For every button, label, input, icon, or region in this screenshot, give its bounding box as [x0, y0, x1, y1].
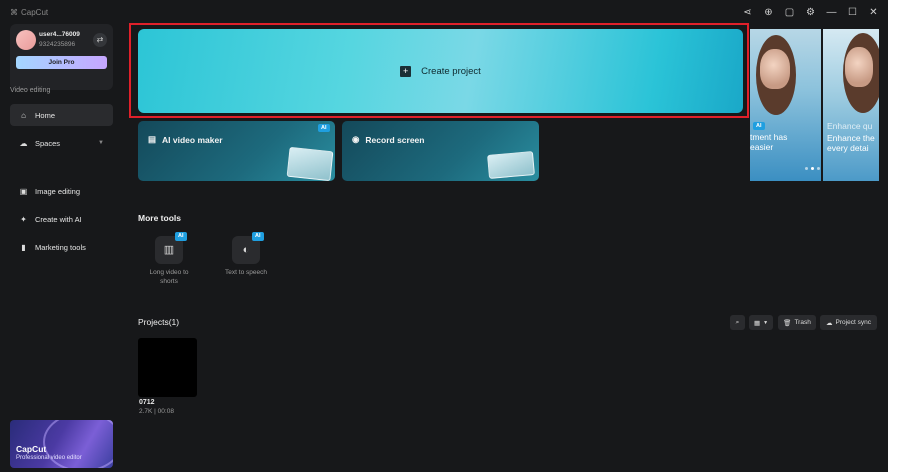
- ai-badge: AI: [175, 232, 187, 241]
- record-preview-image: [487, 151, 535, 179]
- ai-video-preview-image: [286, 146, 334, 181]
- trash-label: Trash: [794, 319, 811, 326]
- film-icon: ▤: [148, 134, 157, 144]
- carousel-dot[interactable]: [805, 167, 808, 170]
- sidebar-item-label: Image editing: [35, 186, 81, 196]
- project-name: 0712: [139, 399, 155, 406]
- capcut-promo-banner[interactable]: CapCut Professional video editor: [10, 420, 113, 468]
- sidebar-item-image-editing[interactable]: ▣ Image editing: [10, 180, 113, 202]
- project-meta: 2.7K | 00:08: [139, 408, 174, 415]
- record-screen-title: ◉ Record screen: [352, 134, 424, 145]
- avatar[interactable]: [16, 30, 36, 50]
- sidebar-item-spaces[interactable]: ☁ Spaces ▼: [10, 132, 113, 154]
- promo-subtitle: Professional video editor: [16, 455, 82, 461]
- carousel-dots[interactable]: [805, 167, 820, 170]
- record-screen-card[interactable]: ◉ Record screen: [342, 121, 539, 181]
- long-video-to-shorts-label-line1: Long video to: [149, 269, 189, 276]
- chevron-down-icon: ▼: [98, 140, 104, 146]
- view-mode-button[interactable]: ▦ ▼: [749, 315, 773, 330]
- ai-badge: AI: [753, 122, 765, 130]
- more-tools-title: More tools: [138, 213, 181, 223]
- text-to-speech-tool[interactable]: ◐ AI Text to speech: [216, 232, 276, 278]
- capcut-window: ⌘ CapCut ⋖ ⊕ ▢ ⚙ — ☐ ✕ user4...76009 932…: [0, 0, 888, 472]
- sidebar-item-label: Home: [35, 110, 56, 120]
- slide2-text-line3: every detai: [827, 143, 869, 153]
- record-screen-label: Record screen: [365, 134, 425, 145]
- carousel-slide-1: AI tment has easier: [750, 29, 821, 181]
- sidebar-item-create-with-ai[interactable]: ✦ Create with AI: [10, 208, 113, 230]
- cloud-sync-icon: ☁: [826, 319, 833, 327]
- record-icon: ◉: [352, 134, 360, 144]
- project-sync-label: Project sync: [835, 319, 871, 326]
- trash-icon: 🗑: [783, 319, 792, 327]
- search-icon: ⌕: [735, 318, 740, 326]
- app-brand: ⌘ CapCut: [10, 8, 48, 17]
- app-name: CapCut: [21, 8, 49, 17]
- slide1-face: [760, 49, 790, 89]
- switch-account-icon[interactable]: ⇄: [93, 33, 107, 47]
- create-project-button[interactable]: + Create project: [138, 29, 743, 113]
- slide2-text-line1: Enhance qu: [827, 121, 873, 131]
- chevron-down-icon: ▼: [763, 319, 769, 326]
- carousel-dot-active[interactable]: [811, 167, 814, 170]
- capcut-logo-icon: ⌘: [10, 8, 18, 17]
- promo-title: CapCut: [16, 444, 47, 454]
- cloud-icon: ☁: [19, 138, 28, 148]
- sidebar: user4...76009 9324235896 ⇄ Join Pro Vide…: [0, 20, 120, 472]
- image-icon: ▣: [19, 186, 28, 196]
- grid-icon: ▦: [753, 319, 761, 327]
- film-strip-icon: ▥ AI: [155, 232, 187, 264]
- carousel-slide-2: Enhance qu Enhance the every detai: [823, 29, 879, 181]
- ai-badge: AI: [318, 124, 330, 132]
- project-sync-button[interactable]: ☁ Project sync: [820, 315, 877, 330]
- projects-title: Projects(1): [138, 317, 180, 327]
- speech-icon: ◐ AI: [232, 232, 264, 264]
- sidebar-item-marketing-tools[interactable]: ▮ Marketing tools: [10, 236, 113, 258]
- long-video-to-shorts-label-line2: shorts: [160, 277, 178, 285]
- ai-video-maker-card[interactable]: ▤ AI video maker AI: [138, 121, 335, 181]
- section-label-video-editing: Video editing: [10, 87, 51, 94]
- slide2-face: [845, 47, 873, 87]
- ai-video-maker-label: AI video maker: [162, 134, 223, 145]
- create-project-label: Create project: [421, 65, 481, 77]
- feature-carousel[interactable]: AI tment has easier Enhance qu Enhance t…: [750, 29, 879, 181]
- ai-badge: AI: [252, 232, 264, 241]
- main-content: + Create project ▤ AI video maker AI ◉ R…: [120, 0, 888, 472]
- text-to-speech-label: Text to speech: [225, 269, 267, 276]
- plus-icon: +: [400, 65, 412, 77]
- search-button[interactable]: ⌕: [730, 315, 745, 330]
- user-card: user4...76009 9324235896 ⇄ Join Pro: [10, 24, 113, 90]
- sidebar-item-home[interactable]: ⌂ Home: [10, 104, 113, 126]
- ai-video-maker-title: ▤ AI video maker: [148, 134, 223, 145]
- user-id: 9324235896: [39, 41, 76, 48]
- long-video-to-shorts-tool[interactable]: ▥ AI Long video to shorts: [139, 232, 199, 286]
- slide1-text-line1: tment has: [750, 132, 788, 142]
- join-pro-button[interactable]: Join Pro: [16, 56, 107, 69]
- carousel-dot[interactable]: [817, 167, 820, 170]
- sidebar-item-label: Create with AI: [35, 214, 82, 224]
- project-thumbnail[interactable]: [138, 338, 197, 397]
- slide2-text-line2: Enhance the: [827, 133, 875, 143]
- marketing-icon: ▮: [21, 242, 26, 252]
- user-name: user4...76009: [39, 31, 80, 38]
- trash-button[interactable]: 🗑 Trash: [778, 315, 816, 330]
- home-icon: ⌂: [21, 110, 26, 120]
- slide1-text-line2: easier: [750, 142, 774, 152]
- sidebar-item-label: Spaces: [35, 138, 61, 148]
- sparkle-icon: ✦: [20, 214, 27, 224]
- sidebar-item-label: Marketing tools: [35, 242, 86, 252]
